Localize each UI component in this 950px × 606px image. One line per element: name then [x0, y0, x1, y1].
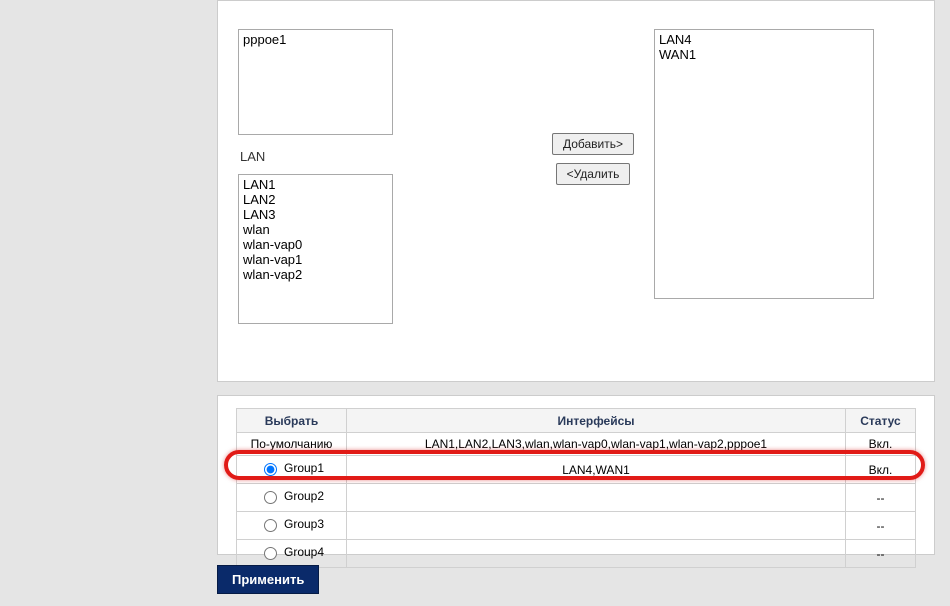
- lan-section-label: LAN: [240, 149, 398, 164]
- left-column: pppoe1 LAN LAN1LAN2LAN3wlanwlan-vap0wlan…: [238, 29, 398, 324]
- group-interfaces: LAN1,LAN2,LAN3,wlan,wlan-vap0,wlan-vap1,…: [347, 433, 846, 456]
- table-row: Group3 --: [237, 512, 916, 540]
- group-interfaces: LAN4,WAN1: [347, 456, 846, 484]
- list-item[interactable]: pppoe1: [241, 32, 390, 47]
- remove-button[interactable]: <Удалить: [556, 163, 631, 185]
- group-status: --: [846, 484, 916, 512]
- groups-panel: Выбрать Интерфейсы Статус По-умолчаниюLA…: [217, 395, 935, 555]
- list-item[interactable]: LAN2: [241, 192, 390, 207]
- pppoe-listbox[interactable]: pppoe1: [238, 29, 393, 135]
- list-item[interactable]: wlan: [241, 222, 390, 237]
- table-row: Group1 LAN4,WAN1Вкл.: [237, 456, 916, 484]
- interface-grouping-panel: pppoe1 LAN LAN1LAN2LAN3wlanwlan-vap0wlan…: [217, 0, 935, 382]
- group-radio-label[interactable]: Group3: [259, 516, 324, 532]
- table-row: Group2 --: [237, 484, 916, 512]
- list-item[interactable]: WAN1: [657, 47, 871, 62]
- selected-listbox[interactable]: LAN4WAN1: [654, 29, 874, 299]
- list-item[interactable]: LAN4: [657, 32, 871, 47]
- group-radio[interactable]: [264, 463, 277, 476]
- group-status: Вкл.: [846, 433, 916, 456]
- table-row: Group4 --: [237, 540, 916, 568]
- group-interfaces: [347, 540, 846, 568]
- group-radio-label[interactable]: Group2: [259, 488, 324, 504]
- add-button[interactable]: Добавить>: [552, 133, 634, 155]
- group-radio-label[interactable]: Group1: [259, 460, 324, 476]
- group-radio[interactable]: [264, 519, 277, 532]
- table-row: По-умолчаниюLAN1,LAN2,LAN3,wlan,wlan-vap…: [237, 433, 916, 456]
- group-radio-label[interactable]: Group4: [259, 544, 324, 560]
- group-name: Group2: [284, 489, 324, 503]
- group-status: Вкл.: [846, 456, 916, 484]
- group-name: Group3: [284, 517, 324, 531]
- group-status: --: [846, 540, 916, 568]
- col-status: Статус: [846, 409, 916, 433]
- group-interfaces: [347, 484, 846, 512]
- group-interfaces: [347, 512, 846, 540]
- group-radio[interactable]: [264, 491, 277, 504]
- list-item[interactable]: wlan-vap2: [241, 267, 390, 282]
- list-item[interactable]: wlan-vap1: [241, 252, 390, 267]
- apply-button[interactable]: Применить: [217, 565, 319, 594]
- col-interfaces: Интерфейсы: [347, 409, 846, 433]
- group-status: --: [846, 512, 916, 540]
- group-name: Group1: [284, 461, 324, 475]
- right-column: LAN4WAN1: [654, 29, 874, 299]
- group-radio[interactable]: [264, 547, 277, 560]
- list-item[interactable]: LAN3: [241, 207, 390, 222]
- groups-table: Выбрать Интерфейсы Статус По-умолчаниюLA…: [236, 408, 916, 568]
- middle-column: Добавить> <Удалить: [518, 1, 668, 193]
- col-select: Выбрать: [237, 409, 347, 433]
- lan-listbox[interactable]: LAN1LAN2LAN3wlanwlan-vap0wlan-vap1wlan-v…: [238, 174, 393, 324]
- group-name: Group4: [284, 545, 324, 559]
- list-item[interactable]: LAN1: [241, 177, 390, 192]
- list-item[interactable]: wlan-vap0: [241, 237, 390, 252]
- group-name: По-умолчанию: [237, 433, 347, 456]
